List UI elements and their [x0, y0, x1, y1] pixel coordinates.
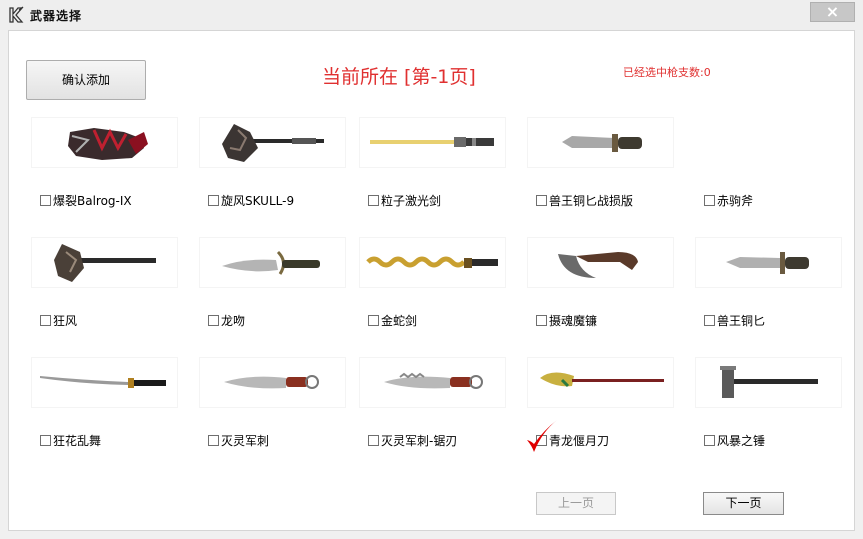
weapon-option-6[interactable]: 龙吻 — [208, 312, 245, 329]
weapon-option-1[interactable]: 旋风SKULL-9 — [208, 192, 294, 209]
confirm-add-button[interactable]: 确认添加 — [26, 60, 146, 100]
weapon-image-9[interactable] — [696, 238, 841, 287]
checkbox[interactable] — [368, 315, 379, 326]
weapon-label: 摄魂魔镰 — [549, 314, 598, 328]
checkbox[interactable] — [704, 195, 715, 206]
weapon-option-14[interactable]: 风暴之锤 — [704, 432, 765, 449]
weapon-image-3[interactable] — [528, 118, 673, 167]
weapon-image-14[interactable] — [696, 358, 841, 407]
weapon-option-10[interactable]: 狂花乱舞 — [40, 432, 101, 449]
weapon-option-8[interactable]: 摄魂魔镰 — [536, 312, 597, 329]
weapon-label: 赤驹斧 — [717, 194, 754, 208]
katana-icon — [40, 376, 166, 388]
weapon-label: 爆裂Balrog-IX — [53, 194, 132, 208]
weapon-image-10[interactable] — [32, 358, 177, 407]
weapon-option-12[interactable]: 灭灵军刺-锯刃 — [368, 432, 457, 449]
checkbox[interactable] — [40, 435, 51, 446]
weapon-option-3[interactable]: 兽王铜匕战损版 — [536, 192, 633, 209]
weapon-label: 兽王铜匕战损版 — [549, 194, 634, 208]
weapon-image-0[interactable] — [32, 118, 177, 167]
weapon-label: 兽王铜匕 — [717, 314, 766, 328]
checkbox[interactable] — [536, 195, 547, 206]
weapon-image-7[interactable] — [360, 238, 505, 287]
page-indicator: 当前所在 [第-1页] — [322, 66, 476, 88]
checkbox[interactable] — [208, 435, 219, 446]
weapon-image-13[interactable] — [528, 358, 673, 407]
close-button[interactable]: × — [810, 2, 855, 22]
weapon-label: 粒子激光剑 — [381, 194, 442, 208]
weapon-option-9[interactable]: 兽王铜匕 — [704, 312, 765, 329]
weapon-label: 灭灵军刺 — [221, 434, 270, 448]
knife-icon — [384, 372, 483, 389]
dagger-icon — [222, 250, 320, 275]
weapon-label: 灭灵军刺-锯刃 — [381, 434, 458, 448]
dagger-icon — [726, 252, 809, 274]
checkbox[interactable] — [536, 315, 547, 326]
glaive-icon — [540, 372, 664, 388]
app-icon — [9, 6, 24, 23]
hammer-icon — [720, 366, 818, 398]
red-checkmark-icon — [527, 420, 557, 452]
title-bar: 武器选择 × — [0, 0, 863, 30]
weapon-image-8[interactable] — [528, 238, 673, 287]
checkbox[interactable] — [368, 435, 379, 446]
weapon-image-2[interactable] — [360, 118, 505, 167]
weapon-option-0[interactable]: 爆裂Balrog-IX — [40, 192, 132, 209]
checkbox[interactable] — [368, 195, 379, 206]
weapon-select-window: 武器选择 × 确认添加 当前所在 [第-1页] 已经选中枪支数:0 爆裂Balr… — [0, 0, 863, 539]
gauntlet-icon — [68, 128, 148, 160]
weapon-label: 旋风SKULL-9 — [221, 194, 295, 208]
checkbox[interactable] — [40, 315, 51, 326]
axe-icon — [54, 244, 156, 282]
weapon-image-5[interactable] — [32, 238, 177, 287]
weapon-option-4[interactable]: 赤驹斧 — [704, 192, 753, 209]
weapon-option-11[interactable]: 灭灵军刺 — [208, 432, 269, 449]
checkbox[interactable] — [208, 315, 219, 326]
window-title: 武器选择 — [30, 9, 83, 23]
checkbox[interactable] — [704, 315, 715, 326]
weapon-option-5[interactable]: 狂风 — [40, 312, 77, 329]
weapon-image-12[interactable] — [360, 358, 505, 407]
weapon-label: 龙吻 — [221, 314, 246, 328]
laser-sword-icon — [370, 137, 494, 147]
weapon-option-2[interactable]: 粒子激光剑 — [368, 192, 441, 209]
checkbox[interactable] — [704, 435, 715, 446]
battle-axe-icon — [222, 124, 324, 162]
selected-count: 已经选中枪支数:0 — [623, 66, 711, 79]
next-page-button[interactable]: 下一页 — [703, 492, 784, 515]
weapon-label: 金蛇剑 — [381, 314, 418, 328]
weapon-image-1[interactable] — [200, 118, 345, 167]
checkbox[interactable] — [208, 195, 219, 206]
weapon-label: 狂风 — [53, 314, 78, 328]
weapon-option-7[interactable]: 金蛇剑 — [368, 312, 417, 329]
weapon-image-6[interactable] — [200, 238, 345, 287]
weapon-label: 狂花乱舞 — [53, 434, 102, 448]
checkbox[interactable] — [40, 195, 51, 206]
serpent-sword-icon — [366, 256, 498, 268]
weapon-label: 风暴之锤 — [717, 434, 766, 448]
sickle-icon — [558, 252, 638, 278]
weapon-image-11[interactable] — [200, 358, 345, 407]
dagger-icon — [562, 134, 642, 152]
knife-icon — [224, 375, 319, 389]
prev-page-button[interactable]: 上一页 — [536, 492, 616, 515]
